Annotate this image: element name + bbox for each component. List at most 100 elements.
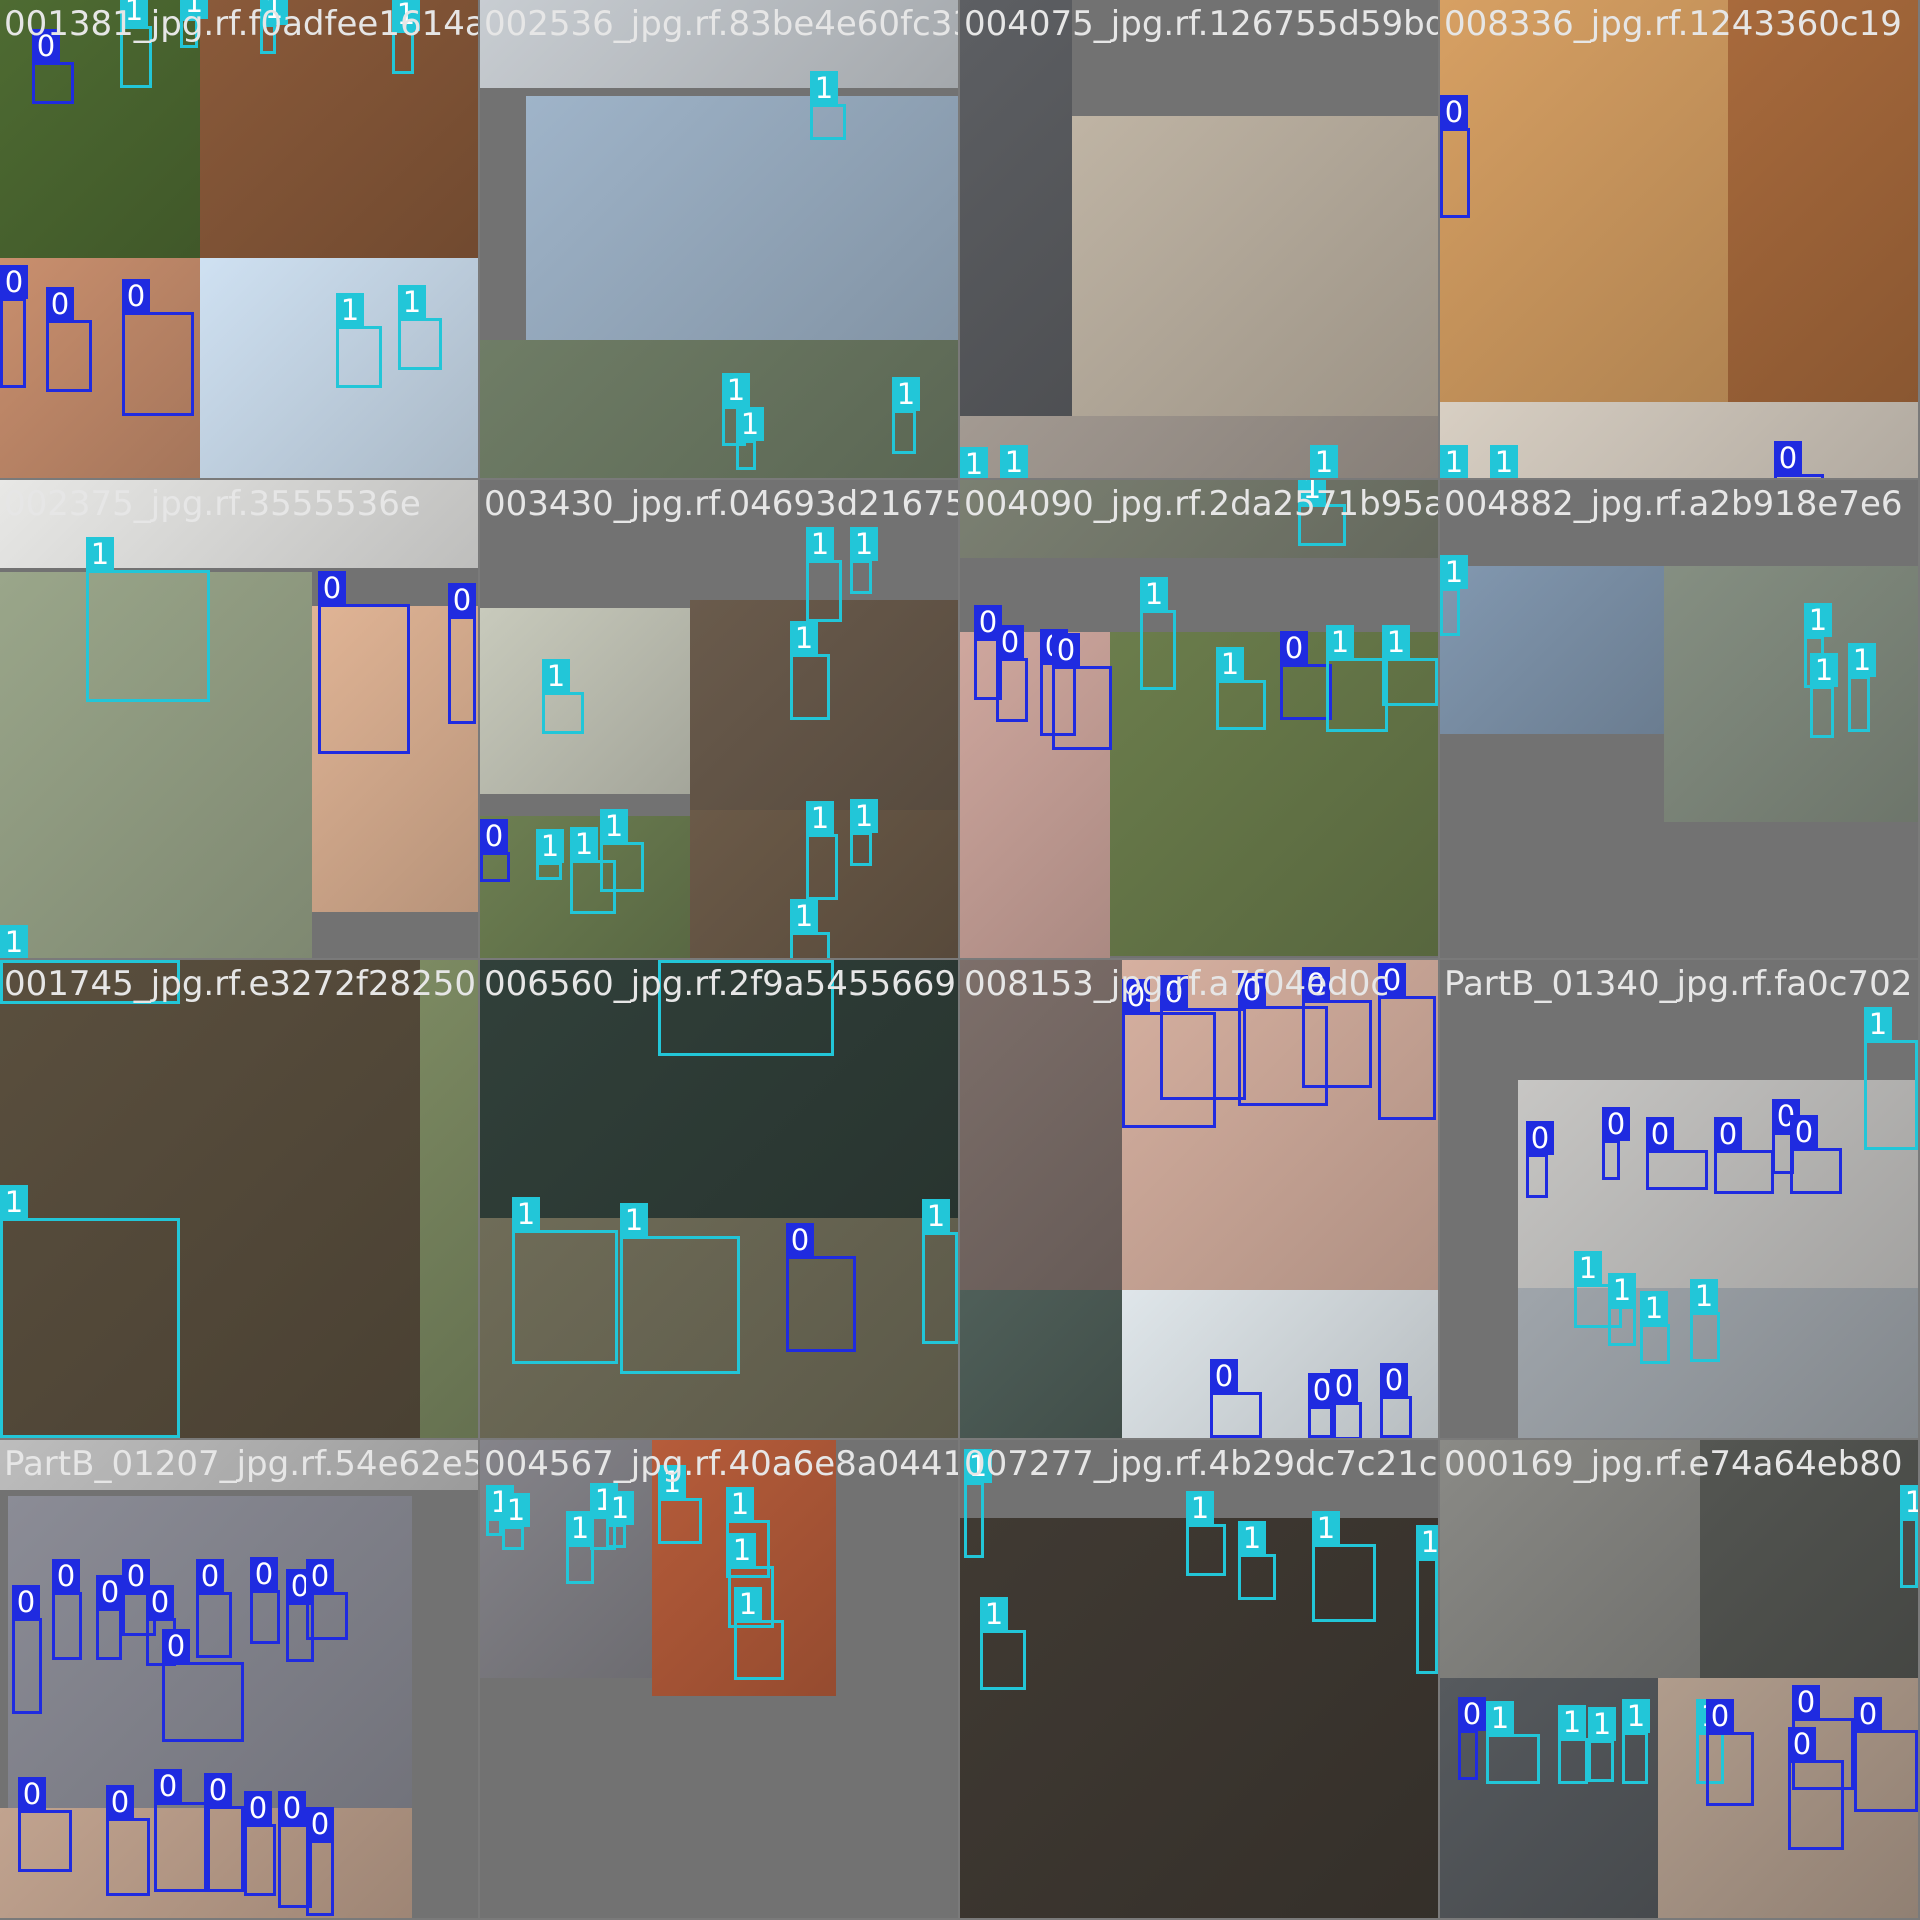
bounding-box: 1 [658,1465,702,1544]
bounding-box: 1 [964,1449,992,1558]
class-label: 0 [1646,1117,1674,1151]
class-label: 0 [306,1807,334,1841]
bounding-box: 1 [1440,555,1468,636]
bounding-box: 1 [336,293,382,388]
bounding-box: 0 [480,819,510,882]
class-label: 0 [146,1585,174,1619]
class-label: 1 [0,925,28,958]
class-label: 0 [1160,975,1188,1009]
bounding-box: 1 [1848,643,1876,732]
class-label: 0 [1854,1697,1882,1731]
bounding-box: 0 [1440,95,1470,218]
bounding-box: 0 [996,625,1028,722]
class-label: 1 [980,1597,1008,1631]
bounding-box: 1 [1486,1701,1540,1784]
bounding-box: 1 [392,0,420,74]
class-label: 0 [12,1585,40,1619]
bounding-box: 1 [734,1587,784,1680]
class-label: 1 [1238,1521,1266,1555]
bounding-box: 0 [1210,1359,1262,1438]
bounding-box: 1 [1690,1279,1720,1362]
bounding-box: 0 [1380,1363,1412,1438]
bounding-box: 1 [790,899,830,958]
bounding-box: 1 [542,659,584,734]
mosaic-tile: 1 0 0 1 002375_jpg.rf.3555536e [0,480,478,958]
class-label: 1 [1298,480,1326,505]
mosaic-tile: 1111002536_jpg.rf.83be4e60fc33d0e [480,0,958,478]
tile-photo [1664,566,1918,822]
class-label: 0 [154,1769,182,1803]
tile-photo [0,1440,478,1490]
class-label: 1 [606,1491,634,1525]
class-label: 0 [1602,1107,1630,1141]
bounding-box: 1 [512,1197,618,1364]
bounding-box: 1 [980,1597,1026,1690]
mosaic-tile: 0 0 0 0 0 0 0 0 0 008153_jpg.rf.a7f04ed0c [960,960,1438,1438]
bounding-box: 0 [1052,633,1112,750]
bounding-box: 0 [244,1791,276,1896]
mosaic-tile: 0 1 1 0 008336_jpg.rf.1243360c19 [1440,0,1918,478]
class-label: 0 [1280,631,1308,665]
mosaic-tile: 1 1 1 1 1 1 007277_jpg.rf.4b29dc7c21c [960,1440,1438,1918]
class-label: 0 [18,1777,46,1811]
bounding-box: 1 [1382,625,1438,706]
class-label: 0 [162,1629,190,1663]
class-label: 1 [1416,1525,1438,1559]
bounding-box: 0 [1602,1107,1630,1180]
bounding-box: 1 [1608,1273,1636,1346]
class-label: 1 [620,1203,648,1237]
class-label: 1 [1490,445,1518,478]
bounding-box: 1 [86,537,210,702]
class-label: 1 [1440,555,1468,589]
class-label: 1 [1622,1699,1650,1733]
bounding-box: 0 [306,1559,348,1640]
bounding-box: 1 [1640,1291,1670,1364]
bounding-box: 1 [1864,1007,1918,1150]
bounding-box: 0 [162,1629,244,1742]
bounding-box: 1 [1588,1707,1616,1782]
bounding-box: 0 [1790,1115,1842,1194]
bounding-box: 1 [606,1491,634,1548]
bounding-box: 1 [600,809,644,892]
bounding-box: 1 [1312,1511,1376,1622]
bounding-box: 1 [620,1203,740,1374]
class-label: 1 [726,1487,754,1521]
class-label: 0 [1706,1699,1734,1733]
bounding-box: 0 [318,571,410,754]
class-label: 1 [1310,445,1338,478]
bounding-box: 1 [0,960,180,1004]
tile-filename: PartB_01340_jpg.rf.fa0c702 [1444,964,1913,1004]
class-label: 1 [1810,653,1838,687]
bounding-box: 1 [398,285,442,370]
bounding-box: 1 [1238,1521,1276,1600]
class-label: 0 [96,1575,124,1609]
bounding-box: 0 [448,583,476,724]
class-label: 1 [392,0,420,31]
class-label: 0 [996,625,1024,659]
bounding-box: 1 [850,527,878,594]
class-label: 1 [1608,1273,1636,1307]
class-label: 1 [658,960,686,961]
class-label: 1 [850,527,878,561]
class-label: 0 [204,1773,232,1807]
mosaic-tile: 11001745_jpg.rf.e3272f28250e [0,960,478,1438]
class-label: 0 [244,1791,272,1825]
class-label: 1 [1486,1701,1514,1735]
class-label: 0 [32,29,60,63]
class-label: 0 [1210,1359,1238,1393]
bounding-box: 1 [1558,1705,1588,1784]
class-label: 1 [600,809,628,843]
class-label: 1 [120,0,148,27]
bounding-box: 1 [1216,647,1266,730]
bounding-box: 1 [1416,1525,1438,1674]
class-label: 1 [542,659,570,693]
tile-photo [1440,1440,1700,1678]
class-label: 0 [250,1557,278,1591]
class-label: 1 [1558,1705,1586,1739]
class-label: 0 [1330,1369,1358,1403]
bounding-box: 0 [52,1559,82,1660]
class-label: 1 [1848,643,1876,677]
class-label: 0 [786,1223,814,1257]
bounding-box: 1 [0,1185,180,1438]
class-label: 1 [1382,625,1410,659]
